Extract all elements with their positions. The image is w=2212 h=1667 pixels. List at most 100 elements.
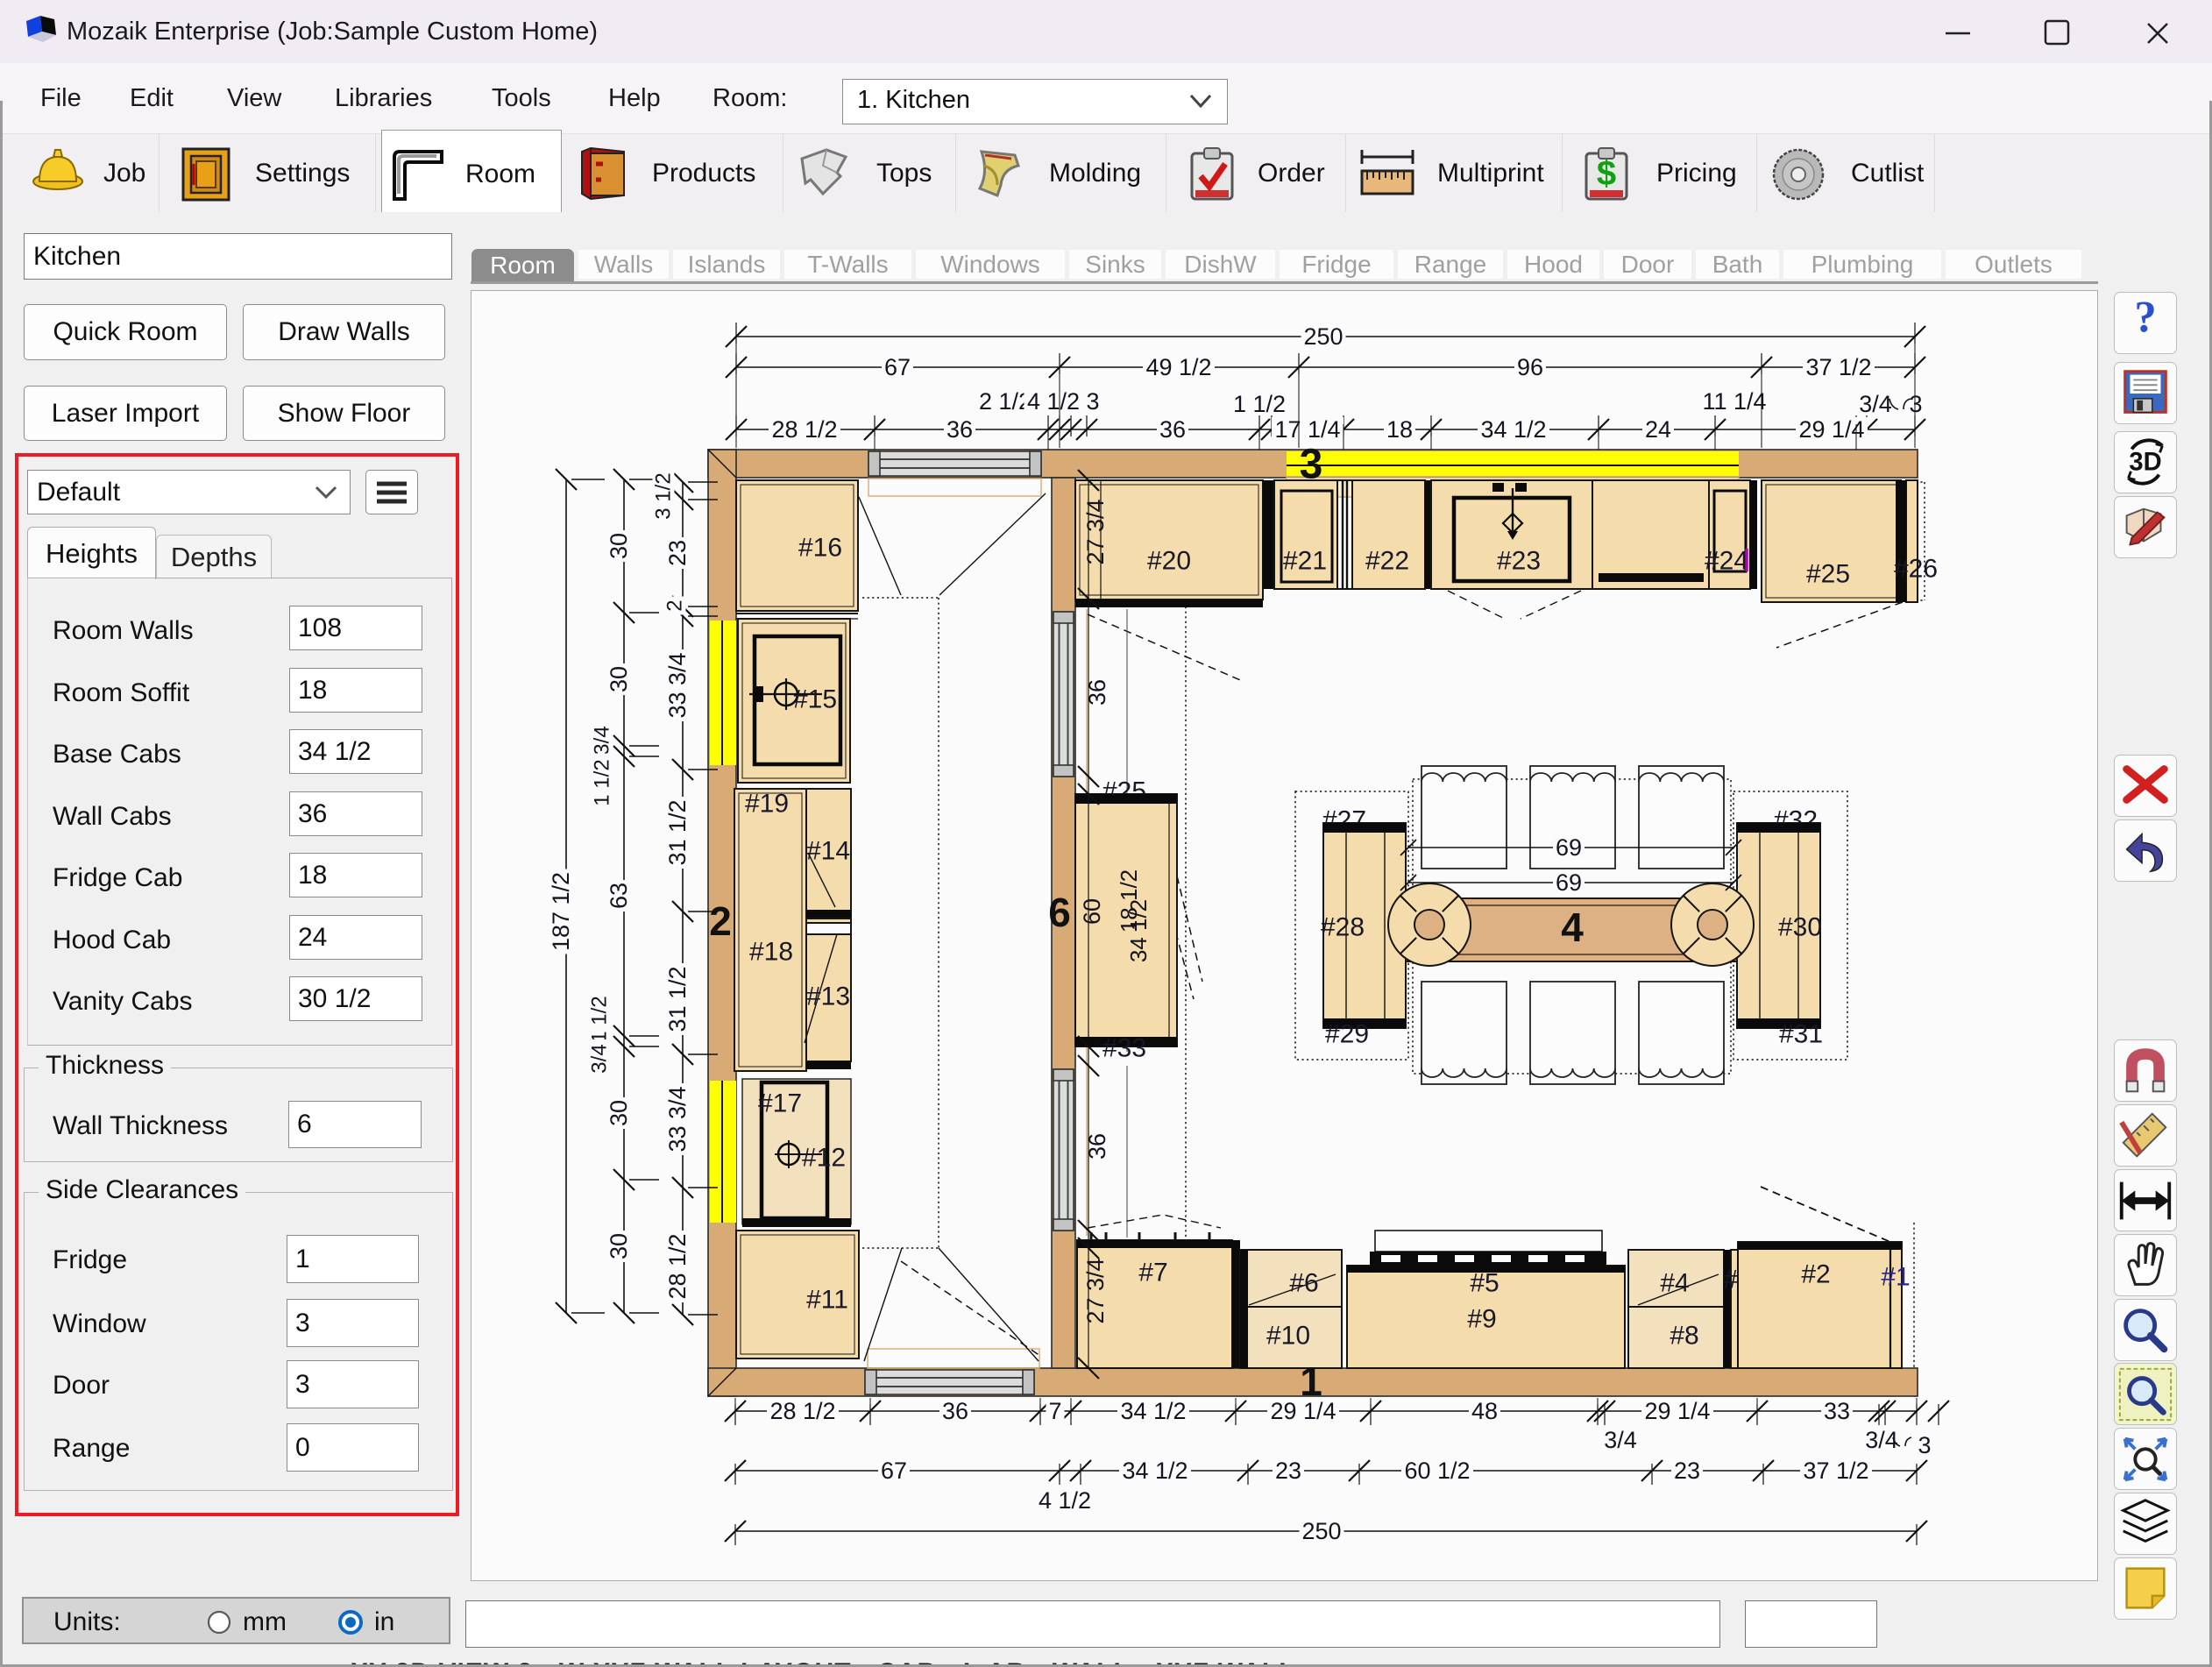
svg-text:23: 23 [1275, 1458, 1301, 1484]
svg-text:#30: #30 [1778, 913, 1822, 942]
svg-text:#1: #1 [1881, 1263, 1910, 1292]
svg-text:49 1/2: 49 1/2 [1145, 354, 1211, 380]
svg-text:#18: #18 [749, 938, 793, 967]
svg-text:#8: #8 [1670, 1322, 1698, 1351]
svg-text:33 3/4: 33 3/4 [664, 1086, 691, 1152]
svg-text:#25: #25 [1806, 560, 1850, 589]
svg-text:3: 3 [1909, 391, 1922, 417]
svg-text:#6: #6 [1289, 1269, 1318, 1298]
svg-text:3D: 3D [2129, 449, 2161, 477]
svg-text:?: ? [2134, 293, 2156, 342]
svg-text:4 1/2: 4 1/2 [1027, 388, 1080, 415]
svg-text:#17: #17 [758, 1089, 802, 1118]
svg-text:3/4: 3/4 [1604, 1427, 1637, 1453]
svg-text:#10: #10 [1266, 1322, 1310, 1351]
svg-text:250: 250 [1301, 1518, 1341, 1544]
svg-text:33: 33 [1824, 1398, 1850, 1424]
svg-text:3: 3 [1918, 1432, 1931, 1458]
svg-text:#20: #20 [1147, 547, 1191, 576]
svg-text:34 1/2: 34 1/2 [1120, 1398, 1186, 1424]
svg-text:#11: #11 [806, 1286, 848, 1315]
svg-text:#19: #19 [745, 790, 789, 819]
svg-text:63: 63 [606, 883, 632, 909]
svg-text:1 1/2: 1 1/2 [591, 759, 614, 805]
svg-text:36: 36 [1084, 679, 1110, 706]
svg-text:36: 36 [1084, 1133, 1110, 1160]
svg-text:37 1/2: 37 1/2 [1805, 354, 1871, 380]
svg-text:4: 4 [1561, 904, 1584, 950]
svg-text:36: 36 [946, 416, 973, 443]
svg-text:2: 2 [663, 599, 687, 611]
svg-text:#24: #24 [1705, 547, 1748, 576]
svg-text:23: 23 [664, 540, 691, 566]
svg-text:33 3/4: 33 3/4 [664, 652, 691, 718]
svg-text:7: 7 [1048, 1398, 1061, 1424]
svg-text:187 1/2: 187 1/2 [548, 872, 574, 951]
svg-text:1 1/2: 1 1/2 [588, 996, 612, 1042]
svg-text:27 3/4: 27 3/4 [1082, 499, 1109, 564]
svg-text:67: 67 [881, 1458, 907, 1484]
svg-text:2 1/2: 2 1/2 [979, 388, 1032, 415]
svg-text:#5: #5 [1470, 1269, 1499, 1298]
svg-text:11 1/4: 11 1/4 [1702, 388, 1766, 415]
svg-text:48: 48 [1471, 1398, 1498, 1424]
svg-text:69: 69 [1556, 834, 1582, 861]
svg-text:67: 67 [884, 354, 911, 380]
svg-text:#26: #26 [1894, 555, 1938, 584]
svg-text:34 1/2: 34 1/2 [1122, 1458, 1188, 1484]
svg-text:18: 18 [1386, 416, 1413, 443]
svg-text:30: 30 [606, 533, 632, 559]
svg-text:29 1/4: 29 1/4 [1644, 1398, 1710, 1424]
svg-text:4 1/2: 4 1/2 [1039, 1487, 1091, 1514]
svg-text:#15: #15 [793, 685, 837, 714]
svg-text:29 1/4: 29 1/4 [1270, 1398, 1336, 1424]
svg-text:31 1/2: 31 1/2 [664, 966, 691, 1032]
svg-text:#28: #28 [1321, 913, 1365, 942]
svg-text:#21: #21 [1283, 547, 1327, 576]
svg-text:6: 6 [1048, 890, 1071, 935]
svg-text:3/4: 3/4 [1859, 391, 1892, 417]
svg-text:#16: #16 [798, 534, 842, 563]
svg-text:28 1/2: 28 1/2 [664, 1233, 691, 1299]
svg-text:#13: #13 [806, 982, 850, 1011]
svg-text:$: $ [1597, 154, 1616, 193]
svg-text:2: 2 [709, 898, 732, 944]
svg-text:30: 30 [606, 1100, 632, 1126]
svg-text:#2: #2 [1801, 1260, 1830, 1289]
svg-text:#31: #31 [1779, 1020, 1823, 1049]
svg-text:24: 24 [1645, 416, 1671, 443]
svg-text:36: 36 [1159, 416, 1186, 443]
svg-text:3 1/2: 3 1/2 [652, 472, 676, 519]
svg-text:#12: #12 [802, 1144, 846, 1173]
svg-text:1 1/2: 1 1/2 [1233, 391, 1286, 417]
svg-text:28 1/2: 28 1/2 [769, 1398, 835, 1424]
svg-text:#22: #22 [1365, 547, 1409, 576]
svg-text:3: 3 [1086, 388, 1099, 415]
svg-text:17 1/4: 17 1/4 [1274, 416, 1340, 443]
svg-text:27 3/4: 27 3/4 [1082, 1258, 1109, 1323]
svg-text:3/4: 3/4 [588, 1044, 612, 1073]
svg-text:3: 3 [1300, 442, 1323, 488]
svg-text:34 1/2: 34 1/2 [1480, 416, 1546, 443]
svg-text:#7: #7 [1138, 1259, 1167, 1287]
svg-text:#29: #29 [1325, 1020, 1369, 1049]
svg-text:#23: #23 [1497, 547, 1541, 576]
svg-text:30: 30 [606, 666, 632, 692]
svg-text:31 1/2: 31 1/2 [664, 799, 691, 865]
svg-text:30: 30 [606, 1233, 632, 1259]
svg-text:34 1/2: 34 1/2 [1125, 899, 1152, 962]
svg-text:60: 60 [1079, 898, 1105, 925]
svg-text:96: 96 [1517, 354, 1543, 380]
svg-text:60 1/2: 60 1/2 [1404, 1458, 1470, 1484]
svg-text:29 1/4: 29 1/4 [1798, 416, 1864, 443]
svg-text:69: 69 [1556, 869, 1582, 896]
svg-text:#33: #33 [1102, 1034, 1146, 1063]
svg-text:3/4: 3/4 [591, 726, 614, 755]
svg-text:37 1/2: 37 1/2 [1803, 1458, 1868, 1484]
svg-text:#4: #4 [1660, 1269, 1689, 1298]
svg-text:28 1/2: 28 1/2 [771, 416, 837, 443]
svg-text:#9: #9 [1467, 1305, 1496, 1334]
svg-text:250: 250 [1303, 323, 1343, 350]
svg-text:36: 36 [942, 1398, 968, 1424]
svg-text:23: 23 [1674, 1458, 1700, 1484]
